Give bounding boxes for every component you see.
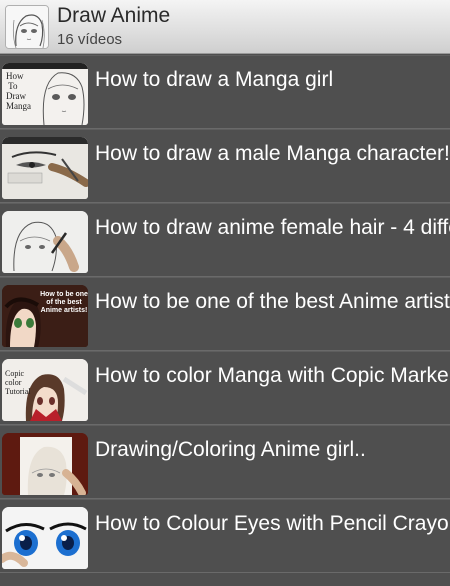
video-title: How to color Manga with Copic Markers [95, 364, 450, 387]
app-window: Draw Anime 16 vídeos How To Draw Manga H… [0, 0, 450, 586]
video-title: How to draw a Manga girl [95, 68, 334, 91]
video-item-male-manga-character[interactable]: How to draw a male Manga character! [0, 129, 450, 203]
video-item-manga-girl[interactable]: How To Draw Manga How to draw a Manga gi… [0, 55, 450, 129]
video-thumbnail: How to be one of the best Anime artists! [2, 285, 88, 347]
video-item-coloring-anime-girl[interactable]: Drawing/Coloring Anime girl.. [0, 425, 450, 499]
video-title: How to draw anime female hair - 4 differ… [95, 216, 450, 239]
channel-header: Draw Anime 16 vídeos [0, 0, 450, 54]
video-thumbnail [2, 433, 88, 495]
video-title: How to Colour Eyes with Pencil Crayons [95, 512, 450, 535]
thumbnail-caption: How to be one of the best Anime artists! [40, 291, 88, 314]
video-title: How to draw a male Manga character! [95, 142, 450, 165]
thumbnail-caption: Copic color Tutorial [5, 369, 31, 396]
video-thumbnail: How To Draw Manga [2, 63, 88, 125]
channel-avatar [5, 5, 49, 49]
video-list: How To Draw Manga How to draw a Manga gi… [0, 55, 450, 573]
video-thumbnail: Copic color Tutorial [2, 359, 88, 421]
video-title: How to be one of the best Anime artists! [95, 290, 450, 313]
video-item-colour-eyes[interactable]: How to Colour Eyes with Pencil Crayons [0, 499, 450, 573]
video-count: 16 vídeos [57, 31, 123, 48]
video-item-copic-markers[interactable]: Copic color Tutorial How to color Manga … [0, 351, 450, 425]
channel-title: Draw Anime [57, 4, 171, 27]
video-item-female-hair[interactable]: How to draw anime female hair - 4 differ… [0, 203, 450, 277]
video-item-best-anime-artists[interactable]: How to be one of the best Anime artists!… [0, 277, 450, 351]
video-thumbnail [2, 137, 88, 199]
video-thumbnail [2, 507, 88, 569]
thumbnail-caption: How To Draw Manga [6, 71, 31, 111]
video-title: Drawing/Coloring Anime girl.. [95, 438, 366, 461]
video-thumbnail [2, 211, 88, 273]
